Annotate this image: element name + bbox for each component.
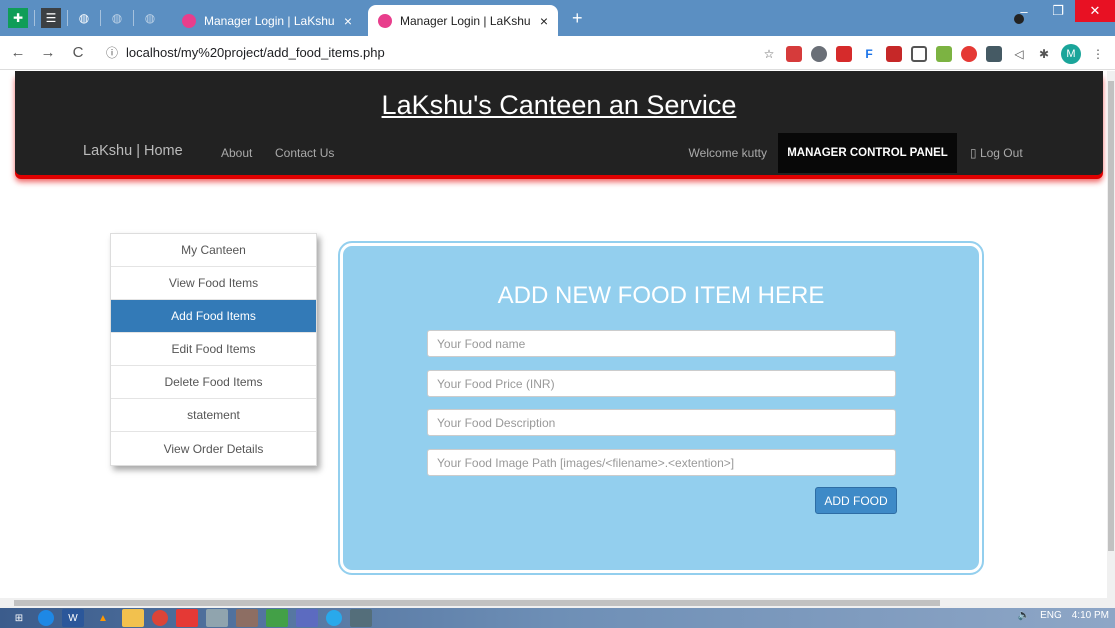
globe-icon[interactable]: ◍ xyxy=(140,8,160,28)
app-icon[interactable] xyxy=(266,609,288,627)
profile-avatar[interactable]: M xyxy=(1061,44,1081,64)
clock[interactable]: 4:10 PM xyxy=(1072,610,1109,621)
extension-icon[interactable] xyxy=(936,46,952,62)
file-explorer-icon[interactable] xyxy=(122,609,144,627)
extension-icon[interactable] xyxy=(811,46,827,62)
globe-icon[interactable]: ◍ xyxy=(74,8,94,28)
start-icon[interactable]: ⊞ xyxy=(8,609,30,627)
welcome-link[interactable]: Welcome kutty xyxy=(689,146,767,160)
browser-tab-strip: ✚ ☰ ◍ ◍ ◍ Manager Login | LaKshu × Manag… xyxy=(0,0,1115,36)
extensions-bar: ☆ F ◁ ✱ M ⋮ xyxy=(761,44,1115,64)
edge-icon[interactable] xyxy=(38,610,54,626)
system-tray: 🔈 ENG 4:10 PM xyxy=(1008,610,1109,621)
minimize-icon[interactable]: – xyxy=(1007,0,1041,22)
add-food-form: ADD NEW FOOD ITEM HERE ADD FOOD xyxy=(338,241,984,575)
extension-icon[interactable] xyxy=(961,46,977,62)
sidebar-item-delete-food-items[interactable]: Delete Food Items xyxy=(111,366,316,399)
navbar: LaKshu | Home About Contact Us Welcome k… xyxy=(15,133,1103,173)
tab-title: Manager Login | LaKshu xyxy=(400,13,531,28)
address-bar: ← → C ⓘ localhost/my%20project/add_food_… xyxy=(0,36,1115,70)
scrollbar-thumb[interactable] xyxy=(1108,81,1114,551)
nav-contact-link[interactable]: Contact Us xyxy=(275,146,334,160)
add-food-button[interactable]: ADD FOOD xyxy=(815,487,897,514)
page-content: LaKshu's Canteen an Service LaKshu | Hom… xyxy=(0,71,1107,598)
close-window-icon[interactable]: ✕ xyxy=(1075,0,1115,22)
manager-control-panel-link[interactable]: MANAGER CONTROL PANEL xyxy=(778,133,957,173)
site-header: LaKshu's Canteen an Service LaKshu | Hom… xyxy=(15,71,1103,175)
telegram-icon[interactable] xyxy=(326,610,342,626)
close-tab-icon[interactable]: × xyxy=(344,13,352,29)
new-tab-button[interactable]: + xyxy=(572,9,583,27)
app-icon[interactable] xyxy=(176,609,198,627)
site-favicon-icon xyxy=(182,13,196,28)
tab-manager-login-1[interactable]: Manager Login | LaKshu × xyxy=(172,5,362,36)
sidebar-item-view-food-items[interactable]: View Food Items xyxy=(111,267,316,300)
nav-about-link[interactable]: About xyxy=(221,146,252,160)
url-text: localhost/my%20project/add_food_items.ph… xyxy=(126,45,385,60)
logout-link[interactable]: ▯ Log Out xyxy=(970,146,1023,160)
extension-icon[interactable] xyxy=(986,46,1002,62)
sidebar-item-my-canteen[interactable]: My Canteen xyxy=(111,234,316,267)
window-controls: – ❐ ✕ xyxy=(1007,0,1115,24)
logout-icon: ▯ xyxy=(970,146,977,160)
app-icon[interactable] xyxy=(206,609,228,627)
pinned-tabs: ✚ ☰ ◍ ◍ ◍ xyxy=(8,8,166,28)
windows-taskbar: ⊞ W ▲ 🔈 ENG 4:10 PM xyxy=(0,608,1115,628)
extension-icon[interactable] xyxy=(786,46,802,62)
reload-icon[interactable]: C xyxy=(66,44,90,61)
app-icon[interactable] xyxy=(350,609,372,627)
sidebar-item-statement[interactable]: statement xyxy=(111,399,316,432)
sidebar-item-view-order-details[interactable]: View Order Details xyxy=(111,432,316,465)
puzzle-icon[interactable]: ✱ xyxy=(1036,46,1052,62)
restore-icon[interactable]: ❐ xyxy=(1041,0,1075,22)
extension-icon[interactable] xyxy=(836,46,852,62)
url-field[interactable]: ⓘ localhost/my%20project/add_food_items.… xyxy=(106,44,385,61)
tab-manager-login-2[interactable]: Manager Login | LaKshu × xyxy=(368,5,558,36)
sheets-icon[interactable]: ✚ xyxy=(8,8,28,28)
close-tab-icon[interactable]: × xyxy=(540,13,548,29)
food-price-input[interactable] xyxy=(427,370,896,397)
brand-home-link[interactable]: LaKshu | Home xyxy=(83,143,183,159)
site-title: LaKshu's Canteen an Service xyxy=(381,90,737,120)
menu-kebab-icon[interactable]: ⋮ xyxy=(1090,46,1106,62)
back-icon[interactable]: ← xyxy=(6,44,30,61)
scrollbar-thumb[interactable] xyxy=(14,600,940,606)
app-icon[interactable] xyxy=(236,609,258,627)
language-indicator[interactable]: ENG xyxy=(1040,610,1062,621)
site-favicon-icon xyxy=(378,13,392,28)
food-image-path-input[interactable] xyxy=(427,449,896,476)
extension-icon[interactable]: F xyxy=(861,46,877,62)
word-icon[interactable]: W xyxy=(62,609,84,627)
list-icon[interactable]: ☰ xyxy=(41,8,61,28)
horizontal-scrollbar[interactable] xyxy=(0,598,1115,608)
forward-icon[interactable]: → xyxy=(36,44,60,61)
sidebar-menu: My Canteen View Food Items Add Food Item… xyxy=(110,233,317,466)
food-description-input[interactable] xyxy=(427,409,896,436)
logout-label: Log Out xyxy=(979,146,1023,160)
volume-icon[interactable]: 🔈 xyxy=(1018,610,1030,621)
sidebar-item-add-food-items[interactable]: Add Food Items xyxy=(111,300,316,333)
globe-icon[interactable]: ◍ xyxy=(107,8,127,28)
vertical-scrollbar[interactable] xyxy=(1107,71,1115,598)
vlc-icon[interactable]: ▲ xyxy=(92,609,114,627)
bookmark-star-icon[interactable]: ☆ xyxy=(761,46,777,62)
tab-title: Manager Login | LaKshu xyxy=(204,13,335,28)
extension-icon[interactable] xyxy=(911,46,927,62)
form-title: ADD NEW FOOD ITEM HERE xyxy=(497,282,825,309)
chrome-icon[interactable] xyxy=(152,610,168,626)
sidebar-item-edit-food-items[interactable]: Edit Food Items xyxy=(111,333,316,366)
info-icon[interactable]: ⓘ xyxy=(106,44,118,61)
app-icon[interactable] xyxy=(296,609,318,627)
megaphone-icon[interactable]: ◁ xyxy=(1011,46,1027,62)
extension-icon[interactable] xyxy=(886,46,902,62)
food-name-input[interactable] xyxy=(427,330,896,357)
